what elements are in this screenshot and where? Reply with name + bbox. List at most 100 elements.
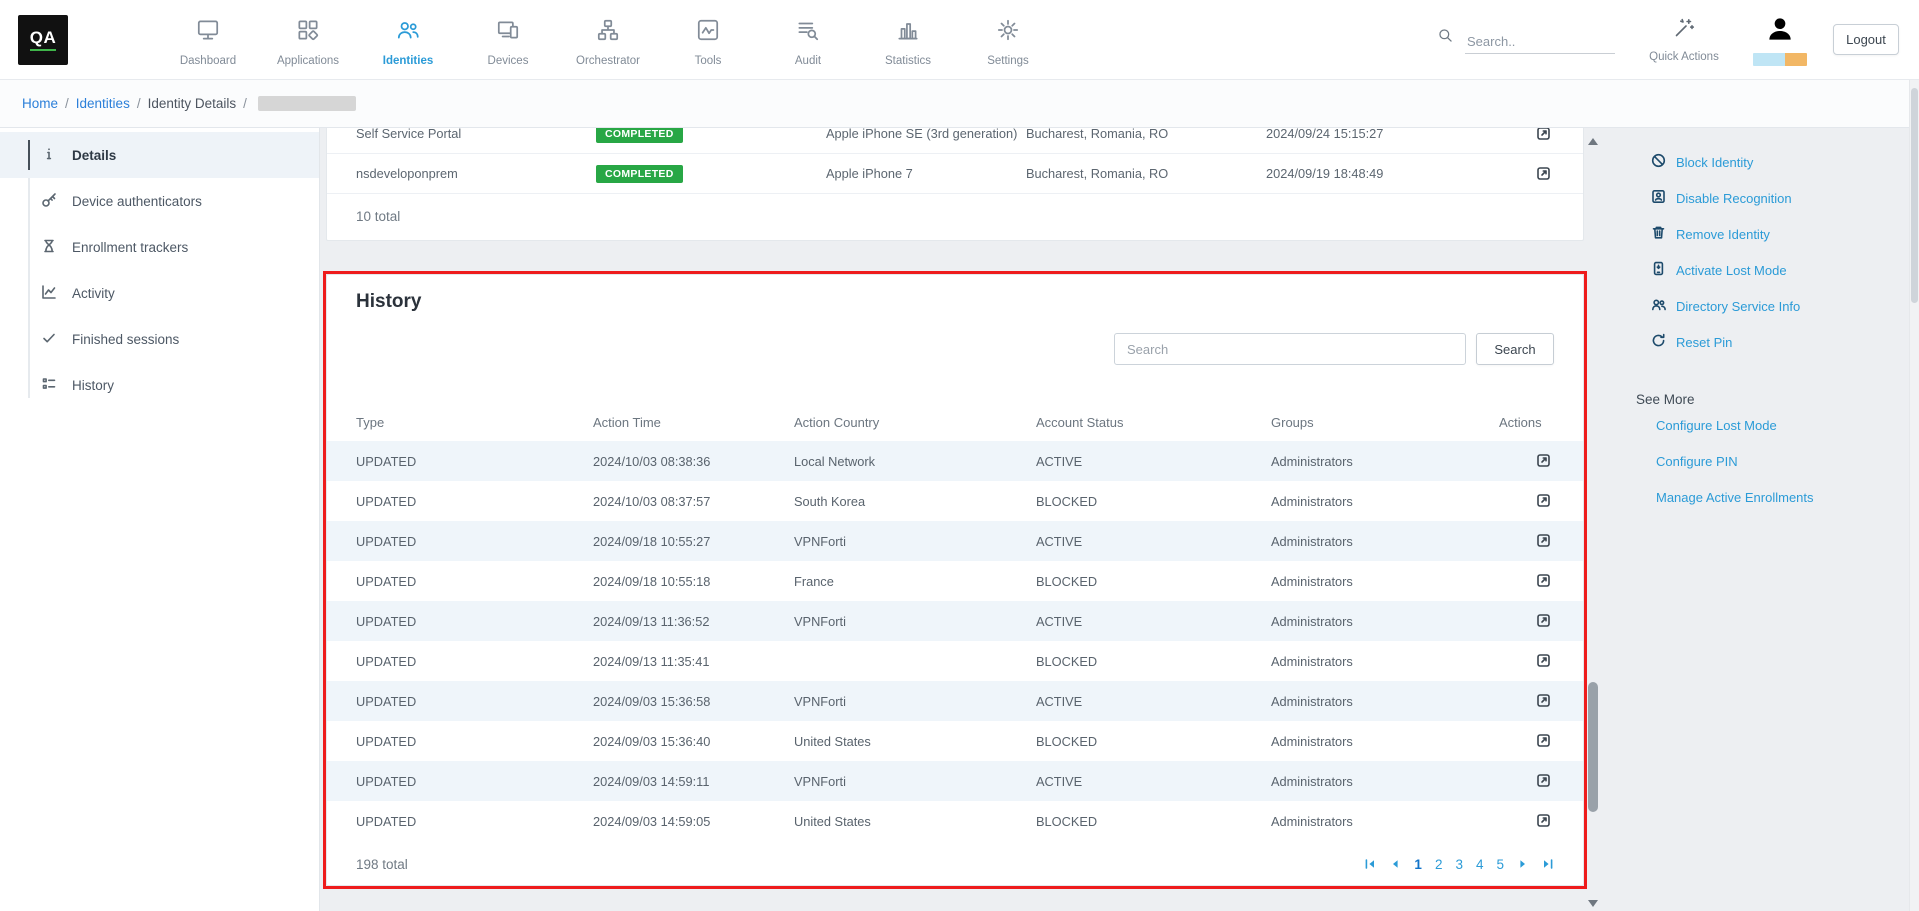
prev-page-button[interactable]	[1389, 858, 1401, 870]
scroll-down-arrow[interactable]	[1588, 900, 1598, 907]
view-history-action-button[interactable]	[1533, 450, 1554, 471]
history-table-footer: 198 total 1 2 3 4 5	[327, 847, 1583, 881]
identity-sidebar: Details Device authenticators Enrollment…	[0, 128, 320, 911]
page-1-button[interactable]: 1	[1414, 857, 1422, 872]
content-scrollbar	[1587, 134, 1599, 909]
cell-groups: Administrators	[1271, 814, 1499, 829]
cell-location: Bucharest, Romania, RO	[1026, 166, 1266, 181]
view-history-action-button[interactable]	[1533, 770, 1554, 791]
sidebar-item-details[interactable]: Details	[0, 132, 319, 178]
last-page-button[interactable]	[1542, 858, 1554, 870]
remove-identity-link[interactable]: Remove Identity	[1602, 216, 1919, 252]
status-badge: COMPLETED	[596, 128, 683, 143]
key-icon	[40, 191, 58, 212]
block-identity-link[interactable]: Block Identity	[1602, 144, 1919, 180]
page-5-button[interactable]: 5	[1496, 857, 1504, 872]
nav-item-statistics[interactable]: Statistics	[858, 13, 958, 67]
table-row: UPDATED 2024/09/03 15:36:58 VPNForti ACT…	[327, 681, 1583, 721]
line-chart-icon	[40, 283, 58, 304]
column-header-account-status: Account Status	[1036, 415, 1271, 430]
cell-account-status: ACTIVE	[1036, 454, 1271, 469]
table-row: UPDATED 2024/09/13 11:36:52 VPNForti ACT…	[327, 601, 1583, 641]
check-icon	[40, 329, 58, 350]
dashboard-icon	[195, 17, 221, 48]
history-table-header: Type Action Time Action Country Account …	[327, 407, 1583, 437]
view-history-action-button[interactable]	[1533, 490, 1554, 511]
nav-item-applications[interactable]: Applications	[258, 13, 358, 67]
cell-account-status: ACTIVE	[1036, 534, 1271, 549]
cell-action-time: 2024/10/03 08:38:36	[593, 454, 794, 469]
reset-pin-link[interactable]: Reset Pin	[1602, 324, 1919, 360]
history-search-button[interactable]: Search	[1476, 333, 1554, 365]
logout-button[interactable]: Logout	[1833, 24, 1899, 55]
cell-type: UPDATED	[356, 654, 593, 669]
cell-type: UPDATED	[356, 574, 593, 589]
view-history-action-button[interactable]	[1533, 810, 1554, 831]
first-page-button[interactable]	[1364, 858, 1376, 870]
refresh-icon	[1650, 332, 1667, 352]
view-history-action-button[interactable]	[1533, 690, 1554, 711]
breadcrumb-identities-link[interactable]: Identities	[76, 96, 130, 111]
table-row: nsdeveloponprem COMPLETED Apple iPhone 7…	[327, 154, 1583, 194]
scroll-up-arrow[interactable]	[1588, 138, 1598, 145]
configure-lost-mode-link[interactable]: Configure Lost Mode	[1602, 407, 1919, 443]
devices-icon	[495, 17, 521, 48]
user-menu[interactable]	[1753, 13, 1807, 66]
identities-icon	[395, 17, 421, 48]
view-history-action-button[interactable]	[1533, 530, 1554, 551]
cell-type: UPDATED	[356, 614, 593, 629]
nav-item-tools[interactable]: Tools	[658, 13, 758, 67]
cell-type: UPDATED	[356, 814, 593, 829]
disable-recognition-link[interactable]: Disable Recognition	[1602, 180, 1919, 216]
nav-item-dashboard[interactable]: Dashboard	[158, 13, 258, 67]
cell-account-status: ACTIVE	[1036, 614, 1271, 629]
sidebar-item-label: Finished sessions	[72, 332, 179, 347]
content-area: Self Service Portal COMPLETED Apple iPho…	[320, 128, 1602, 911]
page-2-button[interactable]: 2	[1435, 857, 1443, 872]
page-4-button[interactable]: 4	[1476, 857, 1484, 872]
sidebar-item-history[interactable]: History	[0, 362, 319, 408]
nav-item-orchestrator[interactable]: Orchestrator	[558, 13, 658, 67]
activate-lost-mode-link[interactable]: Activate Lost Mode	[1602, 252, 1919, 288]
global-search-input[interactable]	[1465, 30, 1615, 54]
next-page-button[interactable]	[1517, 858, 1529, 870]
page-scrollbar-thumb[interactable]	[1911, 88, 1918, 303]
open-session-action-button[interactable]	[1533, 128, 1554, 144]
cell-type: UPDATED	[356, 774, 593, 789]
pagination: 1 2 3 4 5	[1364, 857, 1554, 872]
configure-pin-link[interactable]: Configure PIN	[1602, 443, 1919, 479]
manage-active-enrollments-link[interactable]: Manage Active Enrollments	[1602, 479, 1919, 515]
cell-account-status: BLOCKED	[1036, 654, 1271, 669]
nav-item-settings[interactable]: Settings	[958, 13, 1058, 67]
view-history-action-button[interactable]	[1533, 650, 1554, 671]
breadcrumb-current-page: Identity Details	[148, 96, 237, 111]
badge-person-icon	[1650, 188, 1667, 208]
cell-location: Bucharest, Romania, RO	[1026, 128, 1266, 141]
sidebar-item-device-authenticators[interactable]: Device authenticators	[0, 178, 319, 224]
directory-service-info-link[interactable]: Directory Service Info	[1602, 288, 1919, 324]
cell-groups: Administrators	[1271, 654, 1499, 669]
sidebar-item-activity[interactable]: Activity	[0, 270, 319, 316]
nav-item-audit[interactable]: Audit	[758, 13, 858, 67]
quick-actions-button[interactable]: Quick Actions	[1641, 16, 1727, 63]
sidebar-item-enrollment-trackers[interactable]: Enrollment trackers	[0, 224, 319, 270]
scrollbar-thumb[interactable]	[1588, 682, 1598, 812]
view-history-action-button[interactable]	[1533, 730, 1554, 751]
nav-item-identities[interactable]: Identities	[358, 13, 458, 67]
page-3-button[interactable]: 3	[1455, 857, 1463, 872]
view-history-action-button[interactable]	[1533, 610, 1554, 631]
breadcrumb-home-link[interactable]: Home	[22, 96, 58, 111]
history-search-input[interactable]	[1114, 333, 1466, 365]
breadcrumb-separator: /	[137, 96, 141, 111]
view-history-action-button[interactable]	[1533, 570, 1554, 591]
action-label: Block Identity	[1676, 155, 1753, 170]
column-header-actions: Actions	[1499, 415, 1556, 430]
cell-type: UPDATED	[356, 534, 593, 549]
applications-icon	[295, 17, 321, 48]
cell-action-time: 2024/09/03 14:59:05	[593, 814, 794, 829]
topnav-right-cluster: Quick Actions Logout	[1436, 13, 1899, 66]
history-card: History Search Type Action Time Action C…	[326, 274, 1584, 886]
open-session-action-button[interactable]	[1533, 163, 1554, 184]
sidebar-item-finished-sessions[interactable]: Finished sessions	[0, 316, 319, 362]
nav-item-devices[interactable]: Devices	[458, 13, 558, 67]
